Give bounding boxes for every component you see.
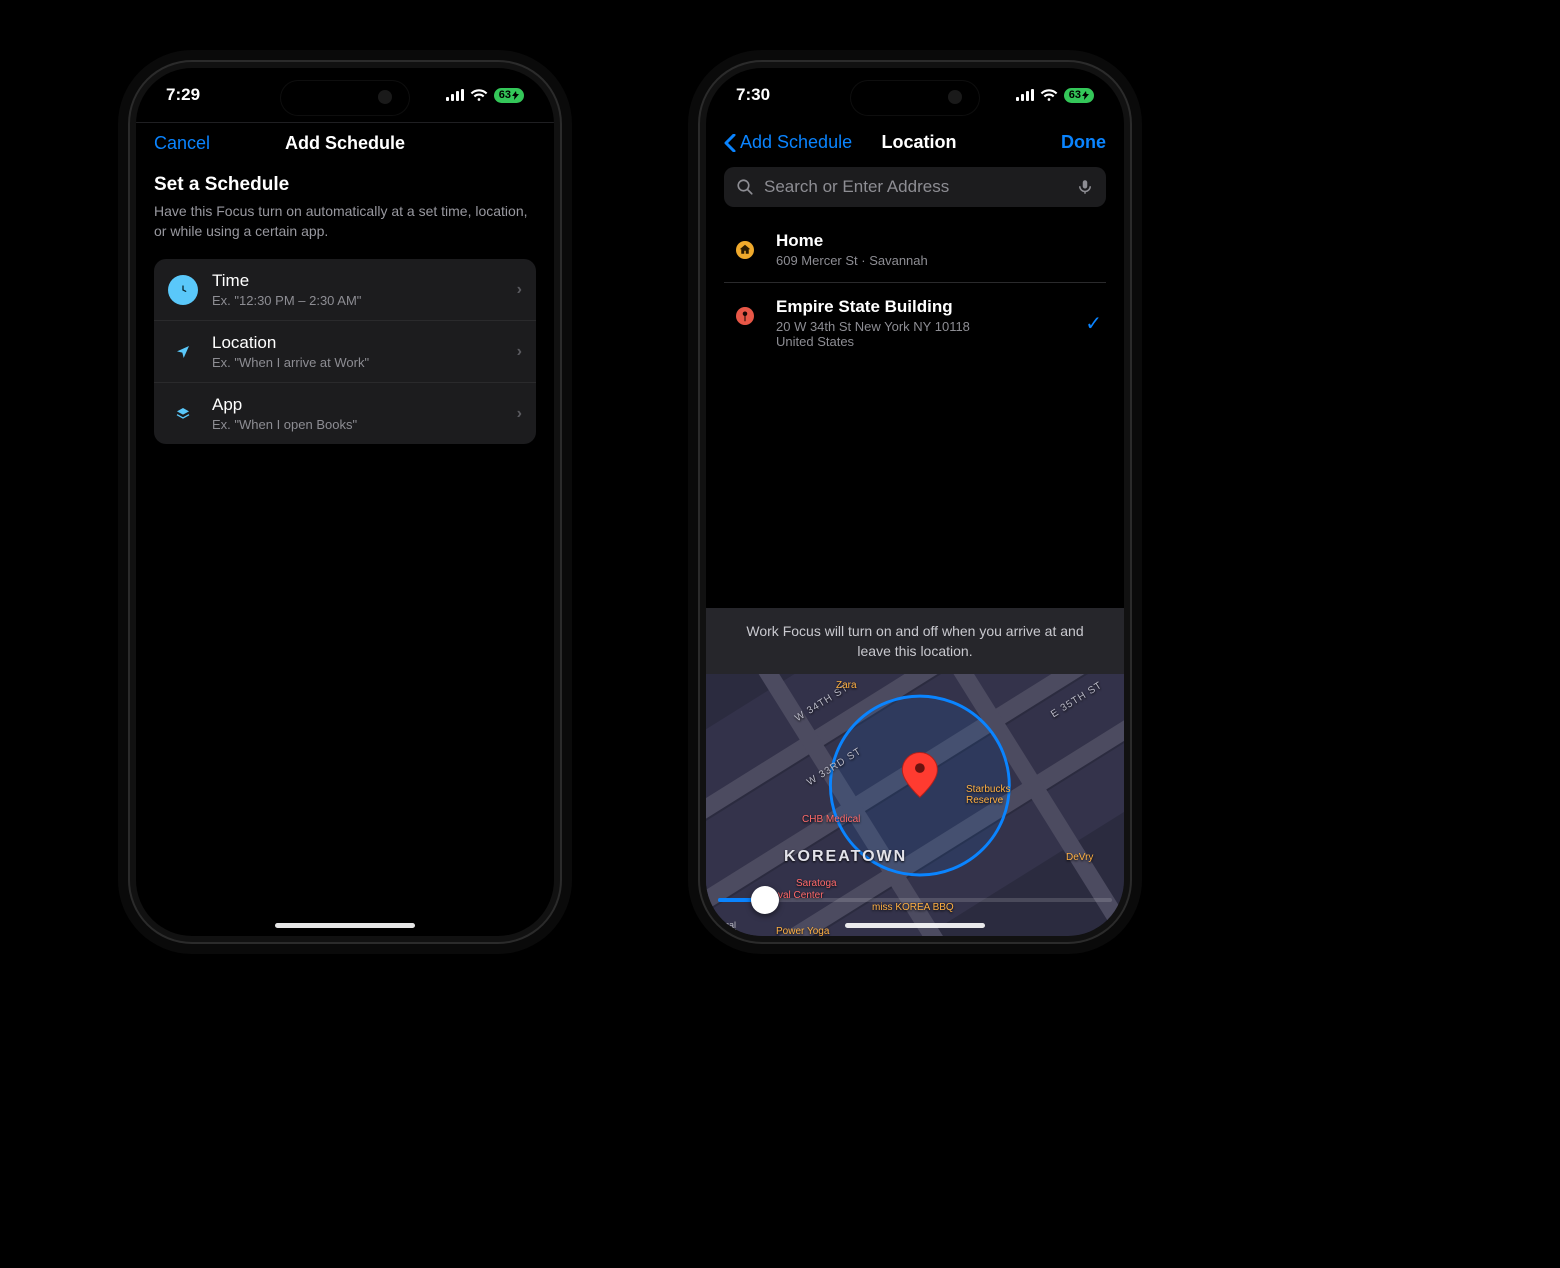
battery-indicator: 63 (1064, 88, 1094, 103)
status-bar: 7:30 63 (706, 68, 1124, 122)
schedule-location-title: Location (212, 333, 503, 353)
chevron-right-icon: › (517, 343, 522, 361)
nav-title: Add Schedule (285, 133, 405, 154)
map-poi-devry: DeVry (1066, 852, 1093, 863)
map-legal-link[interactable]: Legal (714, 920, 736, 930)
map-caption: Work Focus will turn on and off when you… (706, 608, 1124, 675)
status-time: 7:30 (736, 85, 770, 105)
map-poi-zara: Zara (836, 680, 857, 691)
schedule-time-title: Time (212, 271, 503, 291)
schedule-app-sub: Ex. "When I open Books" (212, 417, 503, 432)
map-view[interactable]: W 34TH ST W 33RD ST E 35TH ST KOREATOWN … (706, 674, 1124, 936)
home-indicator[interactable] (845, 923, 985, 928)
section-subtitle: Have this Focus turn on automatically at… (154, 202, 536, 241)
schedule-option-time[interactable]: Time Ex. "12:30 PM – 2:30 AM" › (154, 259, 536, 320)
wifi-icon (1040, 88, 1058, 102)
search-placeholder: Search or Enter Address (764, 177, 1066, 197)
location-result-home[interactable]: Home 609 Mercer St · Savannah (724, 217, 1106, 282)
back-button[interactable]: Add Schedule (724, 132, 852, 153)
checkmark-icon: ✓ (1085, 311, 1102, 336)
phone-location-picker: 7:30 63 Add Schedule Location Done Searc… (700, 62, 1130, 942)
location-results: Home 609 Mercer St · Savannah Empire Sta… (724, 217, 1106, 363)
map-district-koreatown: KOREATOWN (784, 848, 907, 866)
map-panel: Work Focus will turn on and off when you… (706, 608, 1124, 936)
clock-icon (168, 275, 198, 305)
mic-icon[interactable] (1076, 178, 1094, 196)
search-input[interactable]: Search or Enter Address (724, 167, 1106, 207)
location-empire-sub: 20 W 34th St New York NY 10118 United St… (776, 319, 1071, 349)
chevron-left-icon (724, 134, 736, 152)
schedule-app-title: App (212, 395, 503, 415)
map-poi-starbucks: Starbucks Reserve (966, 784, 1036, 806)
location-home-sub: 609 Mercer St · Savannah (776, 253, 1102, 268)
map-poi-yoga: Power Yoga (776, 926, 829, 936)
radius-slider[interactable] (718, 898, 1112, 902)
location-result-empire[interactable]: Empire State Building 20 W 34th St New Y… (724, 282, 1106, 363)
section-title: Set a Schedule (154, 174, 536, 196)
cellular-icon (446, 89, 464, 101)
phone-add-schedule: 7:29 63 Cancel Add Schedule Set a Schedu… (130, 62, 560, 942)
layers-icon (168, 399, 198, 429)
home-indicator[interactable] (275, 923, 415, 928)
map-poi-saratoga: Saratoga (796, 878, 837, 889)
back-label: Add Schedule (740, 132, 852, 153)
pin-icon (728, 299, 762, 333)
chevron-right-icon: › (517, 405, 522, 423)
chevron-right-icon: › (517, 281, 522, 299)
schedule-option-app[interactable]: App Ex. "When I open Books" › (154, 382, 536, 444)
nav-bar: Cancel Add Schedule (136, 123, 554, 168)
done-button[interactable]: Done (986, 132, 1106, 153)
radius-slider-knob[interactable] (751, 886, 779, 914)
status-bar: 7:29 63 (136, 68, 554, 122)
location-empire-title: Empire State Building (776, 297, 1071, 317)
schedule-location-sub: Ex. "When I arrive at Work" (212, 355, 503, 370)
status-time: 7:29 (166, 85, 200, 105)
map-poi-chb: CHB Medical (802, 814, 860, 825)
dynamic-island (280, 80, 410, 116)
nav-bar: Add Schedule Location Done (706, 122, 1124, 167)
nav-title: Location (882, 132, 957, 153)
location-home-title: Home (776, 231, 1102, 251)
search-icon (736, 178, 754, 196)
cellular-icon (1016, 89, 1034, 101)
schedule-time-sub: Ex. "12:30 PM – 2:30 AM" (212, 293, 503, 308)
schedule-option-list: Time Ex. "12:30 PM – 2:30 AM" › Location… (154, 259, 536, 444)
home-icon (728, 233, 762, 267)
map-poi-misskorea: miss KOREA BBQ (872, 902, 954, 913)
schedule-option-location[interactable]: Location Ex. "When I arrive at Work" › (154, 320, 536, 382)
navigation-icon (168, 337, 198, 367)
cancel-button[interactable]: Cancel (154, 133, 274, 154)
battery-indicator: 63 (494, 88, 524, 103)
wifi-icon (470, 88, 488, 102)
dynamic-island (850, 80, 980, 116)
